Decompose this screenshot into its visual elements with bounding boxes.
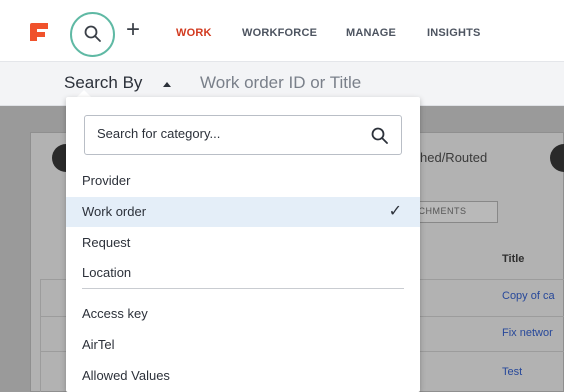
dropdown-item-provider[interactable]: Provider bbox=[66, 166, 420, 196]
category-search-input[interactable] bbox=[97, 126, 357, 141]
nav-tab-manage[interactable]: MANAGE bbox=[346, 27, 396, 39]
top-navigation: + WORK WORKFORCE MANAGE INSIGHTS bbox=[0, 0, 564, 62]
tab-attachments-label: ACHMENTS bbox=[412, 206, 467, 216]
dropdown-item-label: Provider bbox=[82, 173, 131, 188]
category-dropdown: Provider Work order ✓ Request Location A… bbox=[66, 97, 420, 392]
search-icon bbox=[84, 25, 101, 42]
dropdown-item-request[interactable]: Request bbox=[66, 228, 420, 258]
search-icon[interactable] bbox=[371, 127, 389, 145]
dropdown-item-label: AirTel bbox=[82, 337, 115, 352]
plus-icon[interactable]: + bbox=[126, 18, 140, 42]
table-row-title-link[interactable]: Fix networ bbox=[502, 327, 553, 339]
dropdown-divider bbox=[82, 288, 404, 289]
dropdown-item-label: Access key bbox=[82, 306, 148, 321]
nav-tab-work[interactable]: WORK bbox=[176, 27, 212, 39]
brand-logo[interactable] bbox=[28, 21, 50, 43]
dropdown-item-access-key[interactable]: Access key bbox=[66, 299, 420, 329]
dropdown-item-label: Work order bbox=[82, 204, 147, 219]
table-row-title-link[interactable]: Test bbox=[502, 366, 522, 378]
dropdown-item-label: Allowed Values bbox=[82, 368, 170, 383]
nav-tab-workforce[interactable]: WORKFORCE bbox=[242, 27, 317, 39]
status-label: hed/Routed bbox=[420, 150, 488, 165]
caret-up-icon[interactable] bbox=[163, 82, 171, 87]
dropdown-item-airtel[interactable]: AirTel bbox=[66, 330, 420, 360]
table-border bbox=[40, 279, 41, 392]
search-button[interactable] bbox=[70, 12, 115, 57]
dropdown-item-work-order[interactable]: Work order ✓ bbox=[66, 197, 420, 227]
column-header-title: Title bbox=[502, 253, 525, 265]
category-search-field[interactable] bbox=[84, 115, 402, 155]
search-input[interactable]: Work order ID or Title bbox=[200, 73, 361, 93]
checkmark-icon: ✓ bbox=[388, 203, 402, 220]
dropdown-item-label: Request bbox=[82, 235, 131, 250]
table-row-title-link[interactable]: Copy of ca bbox=[502, 290, 555, 302]
dropdown-item-label: Location bbox=[82, 265, 132, 280]
dropdown-item-allowed-values[interactable]: Allowed Values bbox=[66, 361, 420, 391]
nav-tab-insights[interactable]: INSIGHTS bbox=[427, 27, 481, 39]
dropdown-item-location[interactable]: Location bbox=[66, 258, 420, 288]
